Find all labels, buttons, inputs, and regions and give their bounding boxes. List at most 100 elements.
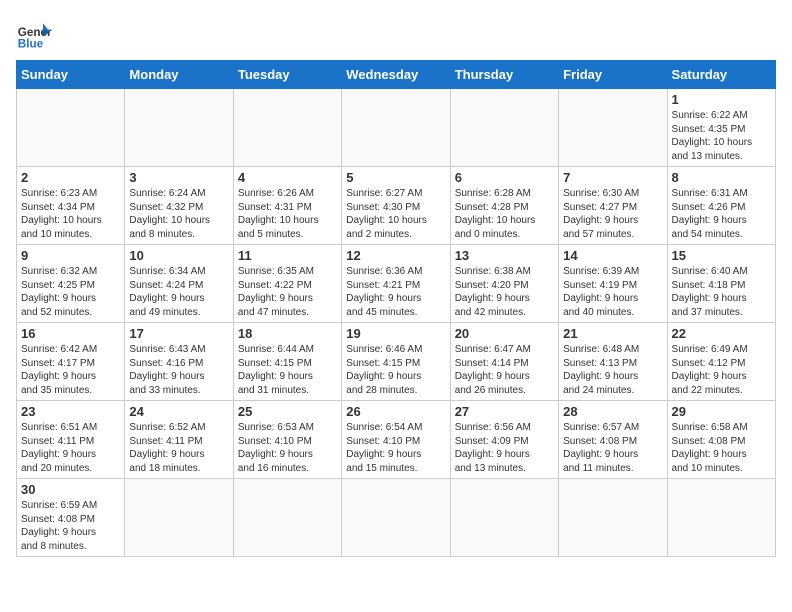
day-number: 7 <box>563 170 662 185</box>
calendar-cell: 21Sunrise: 6:48 AM Sunset: 4:13 PM Dayli… <box>559 323 667 401</box>
weekday-header-tuesday: Tuesday <box>233 61 341 89</box>
calendar-cell: 27 Sunrise: 6:56 AM Sunset: 4:09 PM Dayli… <box>450 401 558 479</box>
weekday-header-monday: Monday <box>125 61 233 89</box>
day-number: 15 <box>672 248 771 263</box>
day-number: 21 <box>563 326 662 341</box>
day-info: Sunrise: 6:52 AM Sunset: 4:11 PM Dayligh… <box>129 421 228 475</box>
calendar-cell: 16 Sunrise: 6:42 AM Sunset: 4:17 PM Dayli… <box>17 323 125 401</box>
day-info: Sunrise: 6:51 AM Sunset: 4:11 PM Dayligh… <box>21 421 120 475</box>
day-info: Sunrise: 6:44 AM Sunset: 4:15 PM Dayligh… <box>238 343 337 397</box>
logo: General Blue <box>16 16 52 52</box>
day-info: Sunrise: 6:39 AM Sunset: 4:19 PM Dayligh… <box>563 265 662 319</box>
svg-text:Blue: Blue <box>18 38 44 51</box>
calendar-cell: 29 Sunrise: 6:58 AM Sunset: 4:08 PM Dayli… <box>667 401 775 479</box>
day-info: Sunrise: 6:23 AM Sunset: 4:34 PM Dayligh… <box>21 187 120 241</box>
day-number: 19 <box>346 326 445 341</box>
calendar-cell <box>125 89 233 167</box>
day-number: 26 <box>346 404 445 419</box>
weekday-row: SundayMondayTuesdayWednesdayThursdayFrid… <box>17 61 776 89</box>
calendar-cell: 3 Sunrise: 6:24 AM Sunset: 4:32 PM Daylig… <box>125 167 233 245</box>
day-number: 6 <box>455 170 554 185</box>
calendar-week-4: 16 Sunrise: 6:42 AM Sunset: 4:17 PM Dayli… <box>17 323 776 401</box>
calendar-cell <box>559 479 667 557</box>
day-info: Sunrise: 6:40 AM Sunset: 4:18 PM Dayligh… <box>672 265 771 319</box>
day-number: 16 <box>21 326 120 341</box>
calendar-cell: 20 Sunrise: 6:47 AM Sunset: 4:14 PM Dayli… <box>450 323 558 401</box>
day-number: 24 <box>129 404 228 419</box>
day-info: Sunrise: 6:26 AM Sunset: 4:31 PM Dayligh… <box>238 187 337 241</box>
day-number: 9 <box>21 248 120 263</box>
day-info: Sunrise: 6:59 AM Sunset: 4:08 PM Dayligh… <box>21 499 120 553</box>
calendar-body: 1 Sunrise: 6:22 AM Sunset: 4:35 PM Daylig… <box>17 89 776 557</box>
calendar-cell <box>233 89 341 167</box>
day-info: Sunrise: 6:47 AM Sunset: 4:14 PM Dayligh… <box>455 343 554 397</box>
day-number: 28 <box>563 404 662 419</box>
calendar-cell <box>559 89 667 167</box>
calendar-cell: 30 Sunrise: 6:59 AM Sunset: 4:08 PM Dayli… <box>17 479 125 557</box>
day-number: 18 <box>238 326 337 341</box>
day-info: Sunrise: 6:36 AM Sunset: 4:21 PM Dayligh… <box>346 265 445 319</box>
calendar-cell <box>342 479 450 557</box>
calendar-cell: 13Sunrise: 6:38 AM Sunset: 4:20 PM Dayli… <box>450 245 558 323</box>
calendar-cell: 17Sunrise: 6:43 AM Sunset: 4:16 PM Dayli… <box>125 323 233 401</box>
weekday-header-saturday: Saturday <box>667 61 775 89</box>
calendar-cell: 4 Sunrise: 6:26 AM Sunset: 4:31 PM Daylig… <box>233 167 341 245</box>
calendar-cell <box>233 479 341 557</box>
day-info: Sunrise: 6:53 AM Sunset: 4:10 PM Dayligh… <box>238 421 337 475</box>
calendar-week-5: 23 Sunrise: 6:51 AM Sunset: 4:11 PM Dayli… <box>17 401 776 479</box>
logo-icon: General Blue <box>16 16 52 52</box>
day-number: 14 <box>563 248 662 263</box>
day-info: Sunrise: 6:58 AM Sunset: 4:08 PM Dayligh… <box>672 421 771 475</box>
calendar-cell: 15 Sunrise: 6:40 AM Sunset: 4:18 PM Dayli… <box>667 245 775 323</box>
calendar-cell: 9Sunrise: 6:32 AM Sunset: 4:25 PM Daylig… <box>17 245 125 323</box>
day-info: Sunrise: 6:35 AM Sunset: 4:22 PM Dayligh… <box>238 265 337 319</box>
day-number: 4 <box>238 170 337 185</box>
day-number: 20 <box>455 326 554 341</box>
calendar-cell: 26Sunrise: 6:54 AM Sunset: 4:10 PM Dayli… <box>342 401 450 479</box>
calendar-cell: 7 Sunrise: 6:30 AM Sunset: 4:27 PM Daylig… <box>559 167 667 245</box>
day-info: Sunrise: 6:49 AM Sunset: 4:12 PM Dayligh… <box>672 343 771 397</box>
calendar-cell: 12Sunrise: 6:36 AM Sunset: 4:21 PM Dayli… <box>342 245 450 323</box>
day-number: 30 <box>21 482 120 497</box>
calendar-cell: 25 Sunrise: 6:53 AM Sunset: 4:10 PM Dayli… <box>233 401 341 479</box>
day-number: 22 <box>672 326 771 341</box>
day-info: Sunrise: 6:30 AM Sunset: 4:27 PM Dayligh… <box>563 187 662 241</box>
day-info: Sunrise: 6:34 AM Sunset: 4:24 PM Dayligh… <box>129 265 228 319</box>
calendar-cell: 2Sunrise: 6:23 AM Sunset: 4:34 PM Daylig… <box>17 167 125 245</box>
day-info: Sunrise: 6:57 AM Sunset: 4:08 PM Dayligh… <box>563 421 662 475</box>
calendar-cell: 28 Sunrise: 6:57 AM Sunset: 4:08 PM Dayli… <box>559 401 667 479</box>
day-number: 25 <box>238 404 337 419</box>
day-info: Sunrise: 6:46 AM Sunset: 4:15 PM Dayligh… <box>346 343 445 397</box>
calendar-cell <box>667 479 775 557</box>
weekday-header-wednesday: Wednesday <box>342 61 450 89</box>
day-number: 23 <box>21 404 120 419</box>
day-number: 10 <box>129 248 228 263</box>
calendar-week-2: 2Sunrise: 6:23 AM Sunset: 4:34 PM Daylig… <box>17 167 776 245</box>
page-header: General Blue <box>16 16 776 52</box>
calendar-cell: 23 Sunrise: 6:51 AM Sunset: 4:11 PM Dayli… <box>17 401 125 479</box>
day-info: Sunrise: 6:42 AM Sunset: 4:17 PM Dayligh… <box>21 343 120 397</box>
calendar-week-6: 30 Sunrise: 6:59 AM Sunset: 4:08 PM Dayli… <box>17 479 776 557</box>
day-number: 3 <box>129 170 228 185</box>
day-number: 5 <box>346 170 445 185</box>
day-info: Sunrise: 6:56 AM Sunset: 4:09 PM Dayligh… <box>455 421 554 475</box>
calendar-cell: 5 Sunrise: 6:27 AM Sunset: 4:30 PM Daylig… <box>342 167 450 245</box>
calendar-cell: 18 Sunrise: 6:44 AM Sunset: 4:15 PM Dayli… <box>233 323 341 401</box>
calendar-cell: 6Sunrise: 6:28 AM Sunset: 4:28 PM Daylig… <box>450 167 558 245</box>
day-number: 27 <box>455 404 554 419</box>
calendar-cell: 11Sunrise: 6:35 AM Sunset: 4:22 PM Dayli… <box>233 245 341 323</box>
calendar-cell: 19 Sunrise: 6:46 AM Sunset: 4:15 PM Dayli… <box>342 323 450 401</box>
calendar-cell <box>450 89 558 167</box>
calendar-header: SundayMondayTuesdayWednesdayThursdayFrid… <box>17 61 776 89</box>
calendar-week-1: 1 Sunrise: 6:22 AM Sunset: 4:35 PM Daylig… <box>17 89 776 167</box>
day-number: 1 <box>672 92 771 107</box>
day-number: 17 <box>129 326 228 341</box>
calendar-cell: 14 Sunrise: 6:39 AM Sunset: 4:19 PM Dayli… <box>559 245 667 323</box>
calendar-cell: 24 Sunrise: 6:52 AM Sunset: 4:11 PM Dayli… <box>125 401 233 479</box>
day-info: Sunrise: 6:22 AM Sunset: 4:35 PM Dayligh… <box>672 109 771 163</box>
calendar-cell <box>17 89 125 167</box>
day-info: Sunrise: 6:38 AM Sunset: 4:20 PM Dayligh… <box>455 265 554 319</box>
day-info: Sunrise: 6:24 AM Sunset: 4:32 PM Dayligh… <box>129 187 228 241</box>
day-number: 29 <box>672 404 771 419</box>
day-info: Sunrise: 6:27 AM Sunset: 4:30 PM Dayligh… <box>346 187 445 241</box>
